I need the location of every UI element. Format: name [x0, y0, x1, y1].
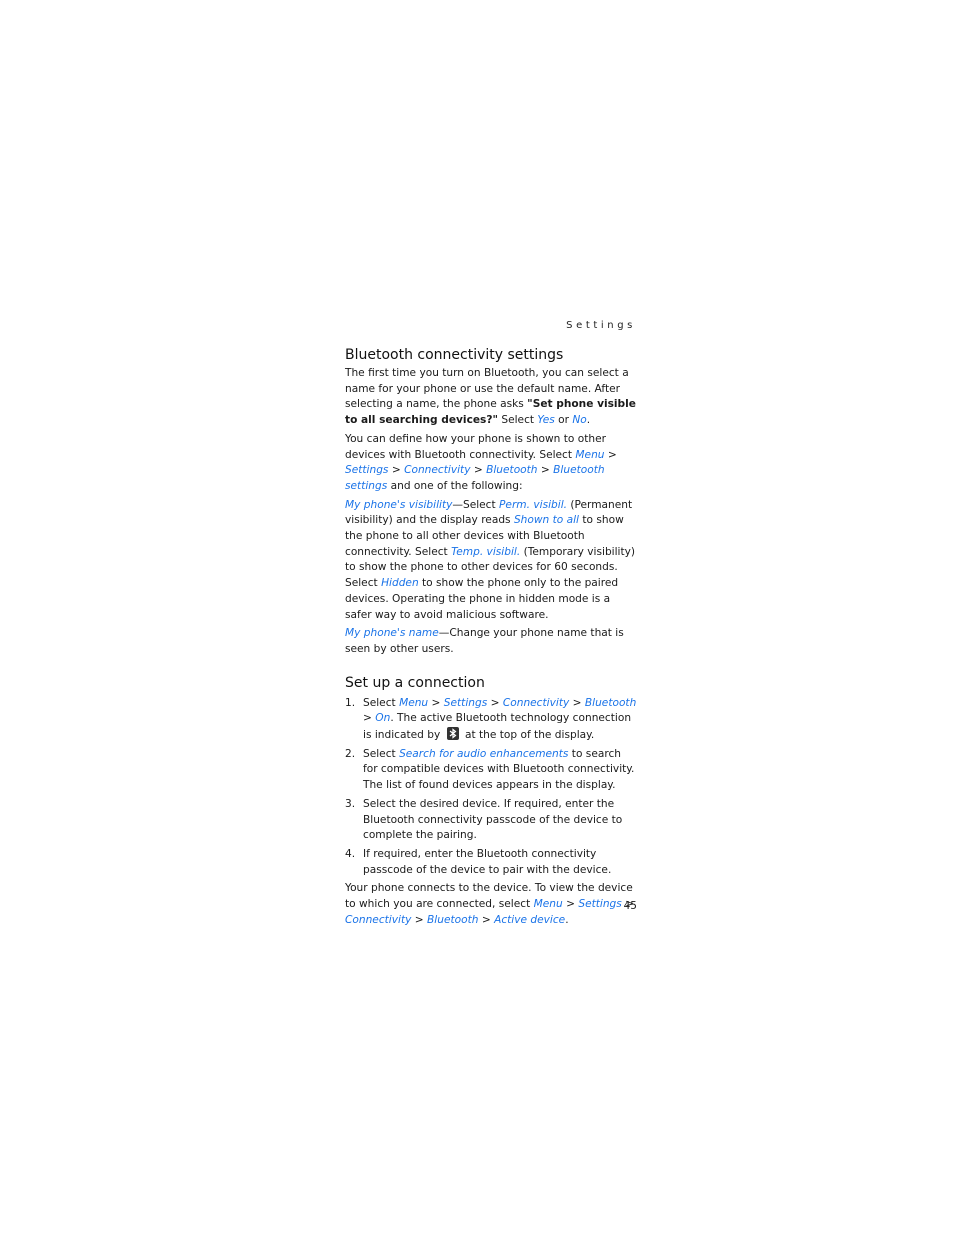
list-item: 2. Select Search for audio enhancements t… [345, 747, 637, 794]
link-my-phones-visibility[interactable]: My phone's visibility [345, 499, 452, 511]
list-item: 4. If required, enter the Bluetooth conne… [345, 847, 637, 878]
link-bluetooth[interactable]: Bluetooth [427, 914, 478, 926]
text: . [586, 414, 591, 427]
link-shown-to-all[interactable]: Shown to all [514, 514, 579, 526]
step-number: 2. [345, 747, 356, 760]
separator: > [478, 913, 495, 926]
link-connectivity[interactable]: Connectivity [503, 697, 569, 709]
link-my-phones-name[interactable]: My phone's name [345, 627, 439, 639]
text: Select [363, 696, 400, 709]
link-no[interactable]: No [572, 414, 586, 426]
visibility-paragraph: My phone's visibility—Select Perm. visib… [345, 498, 637, 624]
separator: > [569, 696, 585, 709]
text: Select the desired device. If required, … [363, 797, 623, 842]
link-menu[interactable]: Menu [534, 898, 563, 910]
link-bluetooth[interactable]: Bluetooth [486, 464, 537, 476]
text: Select [498, 414, 538, 427]
separator: > [411, 913, 428, 926]
phone-name-paragraph: My phone's name—Change your phone name t… [345, 626, 637, 657]
separator: > [604, 448, 617, 461]
step-number: 3. [345, 797, 356, 810]
section-title-bluetooth-settings: Bluetooth connectivity settings [345, 347, 564, 363]
link-hidden[interactable]: Hidden [381, 577, 419, 589]
link-connectivity[interactable]: Connectivity [404, 464, 470, 476]
text: at the top of the display. [461, 729, 595, 742]
link-settings[interactable]: Settings [444, 697, 487, 709]
link-search-audio-enhancements[interactable]: Search for audio enhancements [399, 748, 568, 760]
section-title-set-up-connection: Set up a connection [345, 674, 485, 691]
list-item: 1. Select Menu > Settings > Connectivity … [345, 696, 637, 744]
link-perm-visibil[interactable]: Perm. visibil. [499, 499, 567, 511]
text: You can define how your phone is shown t… [345, 432, 606, 461]
link-yes[interactable]: Yes [537, 414, 554, 426]
text: If required, enter the Bluetooth connect… [363, 847, 612, 876]
link-connectivity[interactable]: Connectivity [345, 914, 411, 926]
separator: > [537, 464, 554, 477]
link-active-device[interactable]: Active device [494, 914, 565, 926]
text: —Select [452, 498, 500, 511]
page-number: 45 [623, 900, 637, 912]
separator: > [487, 696, 503, 709]
separator: > [428, 696, 444, 709]
link-menu[interactable]: Menu [575, 449, 604, 461]
list-item: 3. Select the desired device. If required… [345, 797, 637, 844]
link-bluetooth[interactable]: Bluetooth [585, 697, 636, 709]
steps-list: 1. Select Menu > Settings > Connectivity … [345, 696, 637, 879]
step-number: 4. [345, 847, 356, 860]
text: or [554, 414, 573, 427]
intro-paragraph: The first time you turn on Bluetooth, yo… [345, 366, 637, 429]
define-paragraph: You can define how your phone is shown t… [345, 432, 637, 495]
separator: > [470, 464, 487, 477]
step-number: 1. [345, 696, 356, 709]
page-content: Bluetooth connectivity settings The firs… [345, 346, 637, 932]
separator: > [562, 898, 579, 911]
bluetooth-icon [446, 727, 459, 741]
link-temp-visibil[interactable]: Temp. visibil. [451, 546, 520, 558]
running-head: Settings [566, 320, 636, 331]
link-on[interactable]: On [375, 712, 390, 724]
text: Select [363, 747, 400, 760]
separator: > [363, 712, 376, 725]
text: and one of the following: [387, 479, 523, 492]
text: . [565, 913, 569, 926]
separator: > [388, 464, 405, 477]
link-menu[interactable]: Menu [399, 697, 428, 709]
closing-paragraph: Your phone connects to the device. To vi… [345, 881, 637, 928]
link-settings[interactable]: Settings [345, 464, 388, 476]
